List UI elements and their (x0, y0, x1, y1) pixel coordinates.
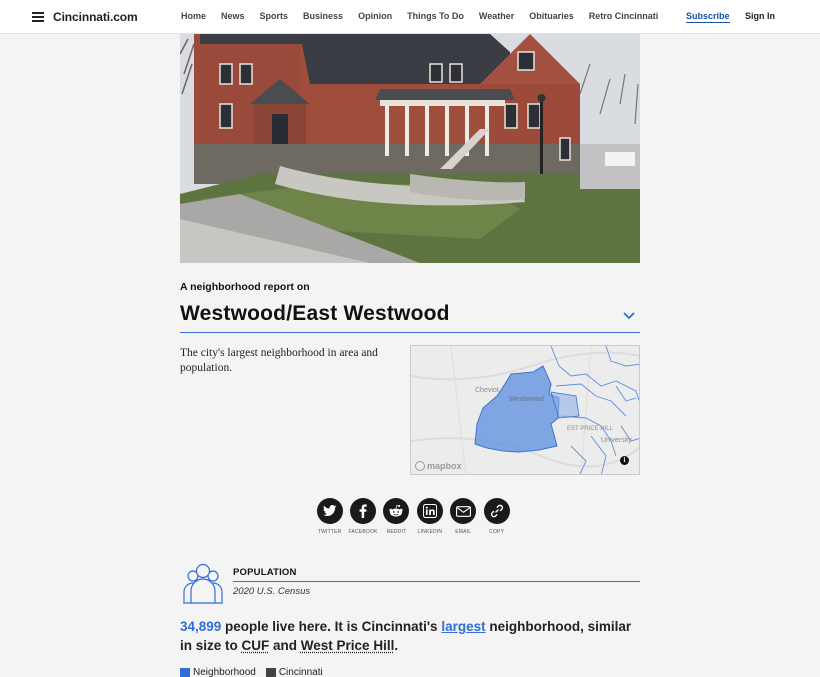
chevron-down-icon[interactable] (623, 312, 635, 320)
map-label-westwood: Westwood (509, 396, 544, 403)
map-label-cheviot: Cheviot (475, 387, 499, 394)
email-icon (456, 506, 471, 517)
neighborhood-map[interactable]: Cheviot Westwood EST PRICE HILL Universi… (410, 345, 640, 475)
reddit-icon (388, 504, 404, 518)
share-email-button[interactable]: EMAIL (447, 498, 480, 535)
share-bar: TWITTER FACEBOOK REDDIT LINKEDIN EMAIL C… (313, 498, 513, 535)
neighborhood-description: The city's largest neighborhood in area … (180, 346, 395, 376)
share-facebook-button[interactable]: FACEBOOK (346, 498, 379, 535)
info-icon[interactable]: i (620, 456, 629, 465)
population-people-icon (181, 562, 225, 604)
linkedin-icon (423, 504, 437, 518)
nav-link-weather[interactable]: Weather (479, 11, 514, 21)
share-twitter-label: TWITTER (313, 529, 346, 535)
nav-link-sports[interactable]: Sports (260, 11, 289, 21)
subscribe-link[interactable]: Subscribe (686, 11, 730, 23)
mapbox-logo-icon (415, 461, 425, 471)
neighborhood-title: Westwood/East Westwood (180, 302, 640, 326)
population-summary: 34,899 people live here. It is Cincinnat… (180, 617, 640, 655)
facebook-icon (359, 504, 367, 518)
nav-link-business[interactable]: Business (303, 11, 343, 21)
population-rank-link[interactable]: largest (441, 619, 485, 634)
share-linkedin-label: LINKEDIN (413, 529, 446, 535)
share-twitter-button[interactable]: TWITTER (313, 498, 346, 535)
twitter-icon (323, 505, 337, 517)
population-heading: POPULATION (233, 567, 640, 582)
legend-label-neighborhood: Neighborhood (193, 667, 256, 677)
top-nav-bar: Cincinnati.com Home News Sports Business… (0, 0, 820, 34)
legend-label-cincinnati: Cincinnati (279, 667, 323, 677)
population-text-1: people live here. It is Cincinnati's (221, 619, 441, 634)
chart-legend: Neighborhood Cincinnati (180, 667, 333, 677)
legend-item-cincinnati: Cincinnati (266, 667, 323, 677)
legend-swatch-cincinnati (266, 668, 276, 677)
neighborhood-selector[interactable]: Westwood/East Westwood (180, 302, 640, 333)
site-logo[interactable]: Cincinnati.com (53, 10, 138, 24)
share-email-label: EMAIL (447, 529, 480, 535)
share-copy-label: COPY (480, 529, 513, 535)
report-kicker: A neighborhood report on (180, 281, 310, 293)
hero-photo (180, 34, 640, 263)
map-label-price-hill: EST PRICE HILL (567, 426, 613, 432)
nav-link-obituaries[interactable]: Obituaries (529, 11, 574, 21)
population-source: 2020 U.S. Census (233, 586, 310, 597)
peer-neighborhood-cuf[interactable]: CUF (242, 638, 270, 653)
link-icon (490, 504, 504, 518)
mapbox-attribution[interactable]: mapbox (415, 461, 462, 471)
population-text-4: . (394, 638, 398, 653)
share-reddit-label: REDDIT (380, 529, 413, 535)
population-text-3: and (269, 638, 301, 653)
legend-swatch-neighborhood (180, 668, 190, 677)
nav-link-retro-cincinnati[interactable]: Retro Cincinnati (589, 11, 659, 21)
share-linkedin-button[interactable]: LINKEDIN (413, 498, 446, 535)
sign-in-link[interactable]: Sign In (745, 11, 775, 21)
nav-links: Home News Sports Business Opinion Things… (181, 11, 673, 21)
map-label-university: University (601, 437, 632, 444)
nav-link-opinion[interactable]: Opinion (358, 11, 392, 21)
nav-link-news[interactable]: News (221, 11, 245, 21)
legend-item-neighborhood: Neighborhood (180, 667, 256, 677)
peer-neighborhood-west-price-hill[interactable]: West Price Hill (301, 638, 395, 653)
share-copy-button[interactable]: COPY (480, 498, 513, 535)
share-reddit-button[interactable]: REDDIT (380, 498, 413, 535)
nav-link-things-to-do[interactable]: Things To Do (407, 11, 464, 21)
menu-icon[interactable] (32, 12, 44, 22)
nav-link-home[interactable]: Home (181, 11, 206, 21)
population-count: 34,899 (180, 619, 221, 634)
mapbox-text: mapbox (427, 461, 462, 471)
share-facebook-label: FACEBOOK (346, 529, 379, 535)
